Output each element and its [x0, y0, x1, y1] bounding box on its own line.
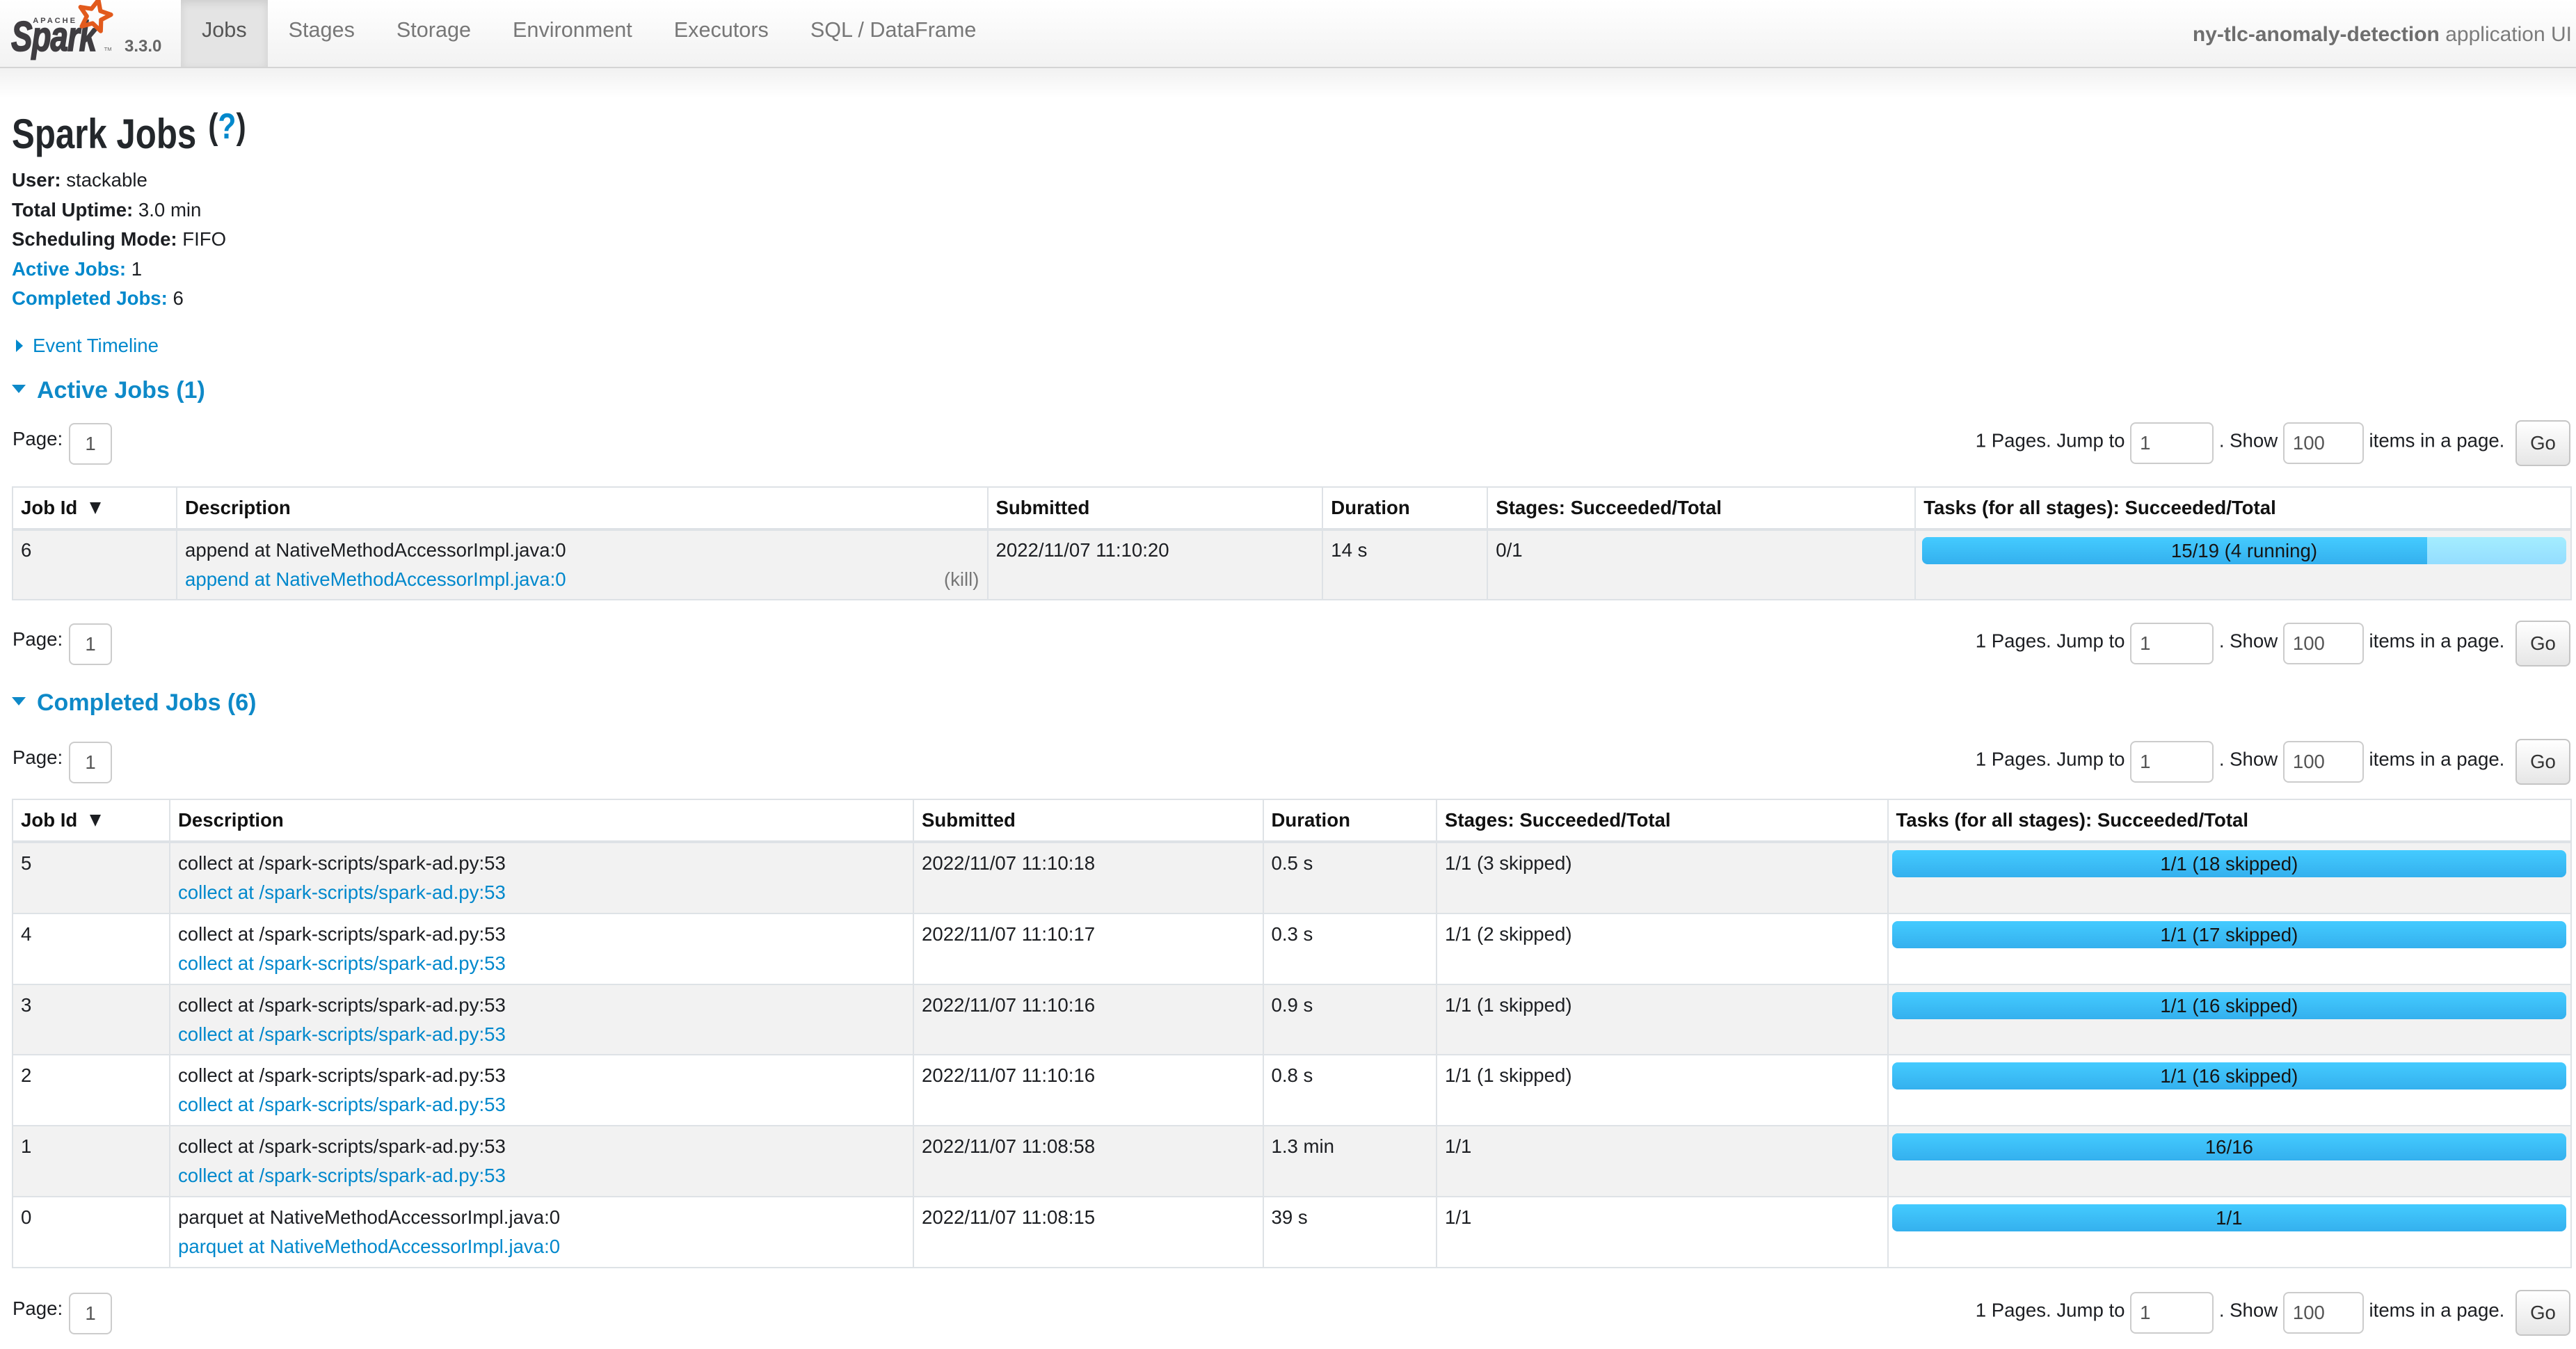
svg-text:APACHE: APACHE [33, 17, 77, 25]
svg-text:TM: TM [104, 46, 112, 52]
